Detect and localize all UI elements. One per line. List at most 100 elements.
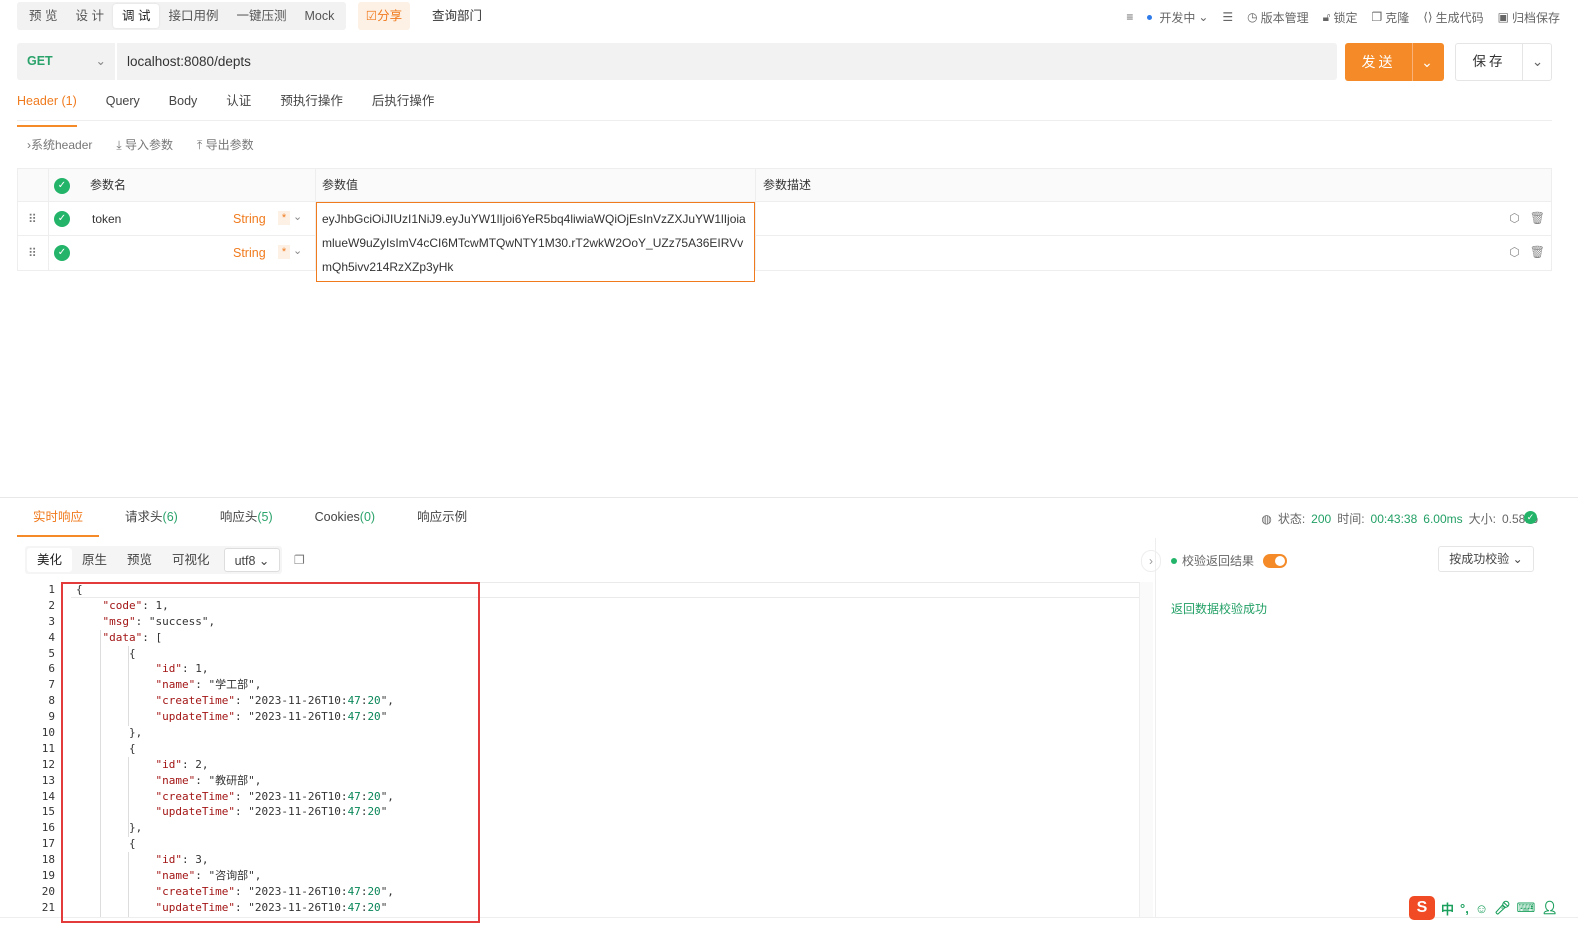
url-input[interactable]: localhost:8080/depts bbox=[117, 43, 1337, 80]
table-header-row: ✓ 参数名 参数值 参数描述 bbox=[18, 169, 1551, 202]
select-all-check-icon[interactable]: ✓ bbox=[54, 178, 70, 194]
generate-code-button[interactable]: ⟨⟩ 生成代码 bbox=[1423, 9, 1483, 26]
chevron-down-icon[interactable]: ⌄ bbox=[293, 210, 302, 223]
tab-request-headers[interactable]: 请求头(6) bbox=[109, 498, 194, 536]
view-raw[interactable]: 原生 bbox=[72, 548, 117, 572]
header-params-table: ✓ 参数名 参数值 参数描述 ⠿ ✓ token String * ⌄ ⬡ 🗑︎ … bbox=[17, 168, 1552, 271]
save-options-chevron-icon[interactable]: ⌄ bbox=[1523, 44, 1552, 80]
view-mode-bar: 美化 原生 预览 可视化 utf8 ⌄ bbox=[25, 546, 283, 574]
mode-switch: 预 览 设 计 调 试 接口用例 一键压测 Mock bbox=[17, 2, 347, 30]
tab-live-response[interactable]: 实时响应 bbox=[17, 498, 100, 537]
drag-handle-icon[interactable]: ⠿ bbox=[28, 246, 37, 260]
tab-response-examples[interactable]: 响应示例 bbox=[401, 498, 483, 536]
line-number: 12 bbox=[41, 757, 55, 771]
copy-icon[interactable]: ❐ bbox=[294, 553, 305, 567]
view-pretty[interactable]: 美化 bbox=[27, 548, 73, 572]
export-params-button[interactable]: ⤒ 导出参数 bbox=[197, 136, 254, 153]
encoding-select[interactable]: utf8 ⌄ bbox=[223, 548, 281, 572]
share-button[interactable]: ☑分享 bbox=[358, 2, 410, 30]
tab-debug[interactable]: 调 试 bbox=[112, 4, 160, 28]
success-check-icon: ✓ bbox=[1524, 511, 1537, 524]
user-icon[interactable]: 👤︎ bbox=[1541, 900, 1558, 916]
keyboard-icon[interactable]: ⌨ bbox=[1517, 900, 1536, 916]
status-code: 200 bbox=[1311, 511, 1332, 526]
status-dot-icon bbox=[1171, 557, 1177, 564]
tab-auth[interactable]: 认证 bbox=[226, 88, 251, 120]
tab-response-headers[interactable]: 响应头(5) bbox=[204, 498, 289, 536]
tab-load-test[interactable]: 一键压测 bbox=[227, 4, 295, 28]
line-number: 3 bbox=[48, 614, 55, 628]
system-header-toggle[interactable]: ›系统header bbox=[27, 136, 92, 153]
table-row: ⠿ ✓ token String * ⌄ ⬡ 🗑︎ bbox=[18, 202, 1551, 236]
microphone-icon[interactable]: 🎤︎ bbox=[1494, 900, 1511, 916]
method-select[interactable]: GET ⌄ bbox=[17, 43, 115, 80]
archive-save-button[interactable]: ▣ 归档保存 bbox=[1498, 9, 1560, 26]
enabled-check-icon[interactable]: ✓ bbox=[54, 245, 70, 261]
clone-button[interactable]: ❐ 克隆 bbox=[1371, 9, 1409, 26]
line-number: 1 bbox=[48, 583, 55, 596]
tab-preview[interactable]: 预 览 bbox=[20, 4, 66, 28]
clock-icon: ◷ bbox=[1247, 10, 1258, 24]
validation-mode-select[interactable]: 按成功校验 ⌄ bbox=[1438, 546, 1534, 572]
toggle-switch[interactable] bbox=[1263, 553, 1288, 568]
line-number: 4 bbox=[48, 630, 55, 644]
view-preview[interactable]: 预览 bbox=[117, 548, 162, 572]
response-tabs: 实时响应 请求头(6) 响应头(5) Cookies(0) 响应示例 bbox=[17, 498, 493, 538]
highlight-annotation-box bbox=[61, 582, 480, 923]
line-number: 6 bbox=[48, 662, 55, 676]
chevron-down-icon[interactable]: ⌄ bbox=[293, 244, 302, 257]
tab-mock[interactable]: Mock bbox=[295, 4, 343, 28]
enabled-check-icon[interactable]: ✓ bbox=[54, 211, 70, 227]
line-numbers: 1 2 3 4 5 6 7 8 9 10 11 12 13 14 15 16 17 18 19 20 21 bbox=[25, 582, 55, 916]
right-tools: ≡ 开发中 ⌄ ☰ ◷ 版本管理 🔓︎ 锁定 ❐ 克隆 ⟨⟩ 生成代码 ▣ 归档保存 bbox=[1126, 0, 1560, 34]
column-param-desc: 参数描述 bbox=[763, 178, 812, 192]
tab-query[interactable]: Query bbox=[106, 88, 140, 120]
drag-handle-icon[interactable]: ⠿ bbox=[28, 212, 37, 226]
lock-button[interactable]: 🔓︎ 锁定 bbox=[1323, 9, 1358, 26]
line-number: 19 bbox=[41, 869, 55, 883]
tab-cookies[interactable]: Cookies(0) bbox=[299, 498, 391, 536]
validate-response-toggle[interactable]: 校验返回结果 bbox=[1171, 552, 1288, 569]
outline-icon[interactable]: ☰ bbox=[1222, 10, 1233, 24]
view-visualize[interactable]: 可视化 bbox=[162, 548, 220, 572]
vertical-scrollbar[interactable] bbox=[1139, 582, 1153, 917]
send-button[interactable]: 发送 ⌄ bbox=[1345, 43, 1444, 81]
line-number: 16 bbox=[41, 821, 55, 835]
archive-icon: ▣ bbox=[1497, 10, 1509, 24]
status-dot-icon bbox=[1147, 14, 1153, 20]
trash-icon[interactable]: 🗑︎ bbox=[1530, 211, 1545, 225]
api-name-field[interactable]: 查询部门 bbox=[424, 2, 1024, 30]
chevron-down-icon: ⌄ bbox=[95, 54, 106, 68]
edit-list-icon[interactable]: ≡ bbox=[1126, 10, 1133, 24]
line-number: 9 bbox=[48, 710, 55, 724]
chevron-down-icon: ⌄ bbox=[258, 554, 270, 568]
tab-header[interactable]: Header (1) bbox=[17, 88, 77, 127]
column-param-name: 参数名 bbox=[90, 178, 127, 192]
cube-icon[interactable]: ⬡ bbox=[1509, 245, 1519, 259]
emoji-icon[interactable]: ☺ bbox=[1475, 901, 1488, 916]
sogou-logo-icon: S bbox=[1409, 896, 1435, 920]
param-value-editor[interactable]: eyJhbGciOiJIUzI1NiJ9.eyJuYW1lIjoi6YeR5bq… bbox=[316, 202, 755, 282]
tab-post-script[interactable]: 后执行操作 bbox=[372, 88, 435, 120]
status-dropdown[interactable]: 开发中 ⌄ bbox=[1147, 9, 1208, 26]
type-select[interactable]: String bbox=[233, 212, 266, 226]
version-button[interactable]: ◷ 版本管理 bbox=[1247, 9, 1309, 26]
tab-test-cases[interactable]: 接口用例 bbox=[159, 4, 227, 28]
header-tools: ›系统header ⤓ 导入参数 ⤒ 导出参数 bbox=[27, 136, 254, 153]
send-options-chevron-icon[interactable]: ⌄ bbox=[1413, 43, 1444, 81]
cube-icon[interactable]: ⬡ bbox=[1509, 211, 1519, 225]
download-icon: ⤓ bbox=[116, 138, 126, 152]
param-name-input[interactable]: token bbox=[92, 202, 121, 235]
ime-toolbar[interactable]: S 中 °, ☺ 🎤︎ ⌨ 👤︎ bbox=[1409, 895, 1571, 921]
line-number: 2 bbox=[48, 598, 55, 612]
save-button[interactable]: 保存 ⌄ bbox=[1455, 43, 1552, 81]
tab-design[interactable]: 设 计 bbox=[66, 4, 112, 28]
line-number: 10 bbox=[41, 726, 55, 740]
type-select[interactable]: String bbox=[233, 246, 266, 260]
required-marker[interactable]: * bbox=[278, 245, 290, 259]
tab-body[interactable]: Body bbox=[169, 88, 198, 120]
trash-icon[interactable]: 🗑︎ bbox=[1530, 245, 1545, 259]
required-marker[interactable]: * bbox=[278, 211, 290, 225]
tab-pre-script[interactable]: 预执行操作 bbox=[280, 88, 343, 120]
import-params-button[interactable]: ⤓ 导入参数 bbox=[116, 136, 173, 153]
